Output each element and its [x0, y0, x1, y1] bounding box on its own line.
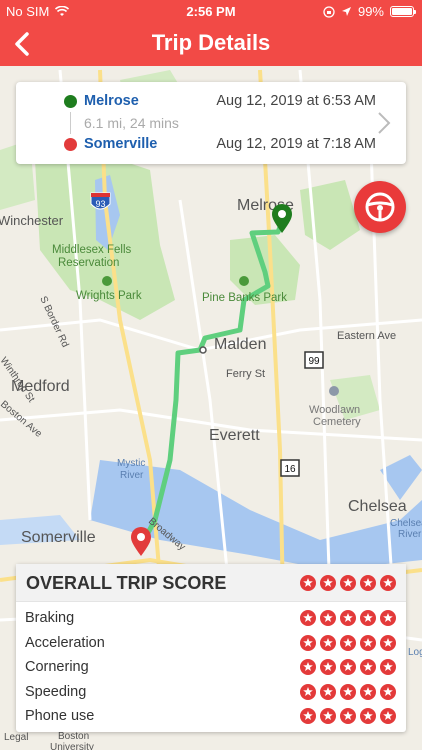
trip-distance-duration: 6.1 mi, 24 mins: [84, 115, 179, 131]
svg-text:Cemetery: Cemetery: [313, 416, 361, 428]
svg-text:Wrights Park: Wrights Park: [76, 290, 142, 302]
cemetery-marker-icon: [329, 386, 339, 396]
svg-text:Legal: Legal: [4, 732, 28, 743]
score-label: Cornering: [25, 659, 89, 675]
star-icon: [300, 708, 316, 724]
star-icon: [340, 683, 356, 700]
star-icon: [340, 575, 356, 591]
score-stars: [300, 683, 396, 700]
star-icon: [320, 683, 336, 700]
score-row-braking: Braking: [16, 606, 406, 631]
score-stars: [300, 610, 396, 626]
svg-text:Eastern Ave: Eastern Ave: [337, 330, 396, 342]
drive-mode-button[interactable]: [354, 181, 406, 233]
svg-text:Boston: Boston: [58, 731, 89, 742]
end-time: Aug 12, 2019 at 7:18 AM: [216, 136, 376, 152]
start-time: Aug 12, 2019 at 6:53 AM: [216, 93, 376, 109]
park-marker-icon: [239, 276, 249, 286]
svg-text:Chelsea: Chelsea: [390, 518, 422, 529]
trip-summary-card[interactable]: Melrose Aug 12, 2019 at 6:53 AM 6.1 mi, …: [16, 82, 406, 164]
overall-stars: [300, 575, 396, 591]
score-stars: [300, 659, 396, 675]
start-place: Melrose: [84, 93, 139, 109]
star-icon: [380, 610, 396, 626]
star-icon: [380, 634, 396, 651]
nav-bar: Trip Details: [0, 22, 422, 66]
score-label: Braking: [25, 610, 75, 626]
star-icon: [340, 659, 356, 675]
star-icon: [360, 634, 376, 651]
star-icon: [360, 610, 376, 626]
svg-text:University: University: [50, 742, 94, 750]
score-row-speeding: Speeding: [16, 680, 406, 705]
page-title: Trip Details: [151, 30, 271, 55]
chevron-right-icon[interactable]: [376, 110, 392, 136]
star-icon: [340, 708, 356, 724]
star-icon: [320, 659, 336, 675]
star-icon: [320, 575, 336, 591]
star-icon: [360, 683, 376, 700]
svg-text:99: 99: [308, 356, 320, 367]
score-row-phone-use: Phone use: [16, 704, 406, 729]
svg-text:Everett: Everett: [209, 427, 260, 444]
svg-text:Log: Log: [408, 647, 422, 658]
star-icon: [300, 610, 316, 626]
svg-text:Winchester: Winchester: [0, 213, 64, 228]
star-icon: [320, 708, 336, 724]
star-icon: [320, 610, 336, 626]
score-row-cornering: Cornering: [16, 655, 406, 680]
trip-score-card: OVERALL TRIP SCORE Braking Acceleration Co…: [16, 564, 406, 732]
svg-text:Malden: Malden: [214, 336, 266, 353]
score-label: Acceleration: [25, 634, 105, 651]
highway-shield-16: 16: [280, 459, 300, 477]
route-connector: [70, 112, 71, 134]
highway-shield-93: 93: [90, 192, 111, 210]
battery-icon: [390, 6, 416, 17]
end-location-icon: [64, 138, 77, 151]
end-place: Somerville: [84, 136, 158, 152]
location-arrow-icon: [341, 7, 351, 16]
star-icon: [360, 575, 376, 591]
park-marker-icon: [102, 276, 112, 286]
steering-wheel-icon: [365, 192, 395, 222]
svg-text:Woodlawn: Woodlawn: [309, 404, 360, 416]
status-bar: No SIM 2:56 PM 99%: [0, 0, 422, 22]
orientation-lock-icon: [323, 5, 335, 18]
svg-text:Middlesex Fells: Middlesex Fells: [52, 244, 131, 256]
svg-text:Pine Banks Park: Pine Banks Park: [202, 292, 287, 304]
star-icon: [340, 610, 356, 626]
score-label: Phone use: [25, 708, 95, 724]
start-location-icon: [64, 95, 77, 108]
star-icon: [380, 659, 396, 675]
svg-text:River: River: [120, 470, 144, 481]
score-title: OVERALL TRIP SCORE: [26, 573, 227, 593]
star-icon: [360, 659, 376, 675]
star-icon: [380, 575, 396, 591]
star-icon: [360, 708, 376, 724]
svg-text:16: 16: [284, 464, 296, 475]
svg-text:Ferry St: Ferry St: [226, 368, 265, 380]
score-label: Speeding: [25, 683, 87, 700]
star-icon: [340, 634, 356, 651]
svg-text:Mystic: Mystic: [117, 458, 145, 469]
star-icon: [300, 634, 316, 651]
score-stars: [300, 708, 396, 724]
battery-percent: 99%: [357, 4, 384, 19]
star-icon: [380, 683, 396, 700]
score-row-acceleration: Acceleration: [16, 631, 406, 656]
star-icon: [300, 659, 316, 675]
star-icon: [380, 708, 396, 724]
svg-text:93: 93: [95, 199, 105, 209]
svg-text:Somerville: Somerville: [21, 529, 96, 546]
star-icon: [300, 575, 316, 591]
svg-text:Reservation: Reservation: [58, 257, 119, 269]
star-icon: [300, 683, 316, 700]
score-stars: [300, 634, 396, 651]
score-header: OVERALL TRIP SCORE: [16, 564, 406, 602]
star-icon: [320, 634, 336, 651]
highway-shield-99: 99: [304, 351, 324, 369]
svg-text:Chelsea: Chelsea: [348, 498, 407, 515]
svg-text:River: River: [398, 529, 422, 540]
